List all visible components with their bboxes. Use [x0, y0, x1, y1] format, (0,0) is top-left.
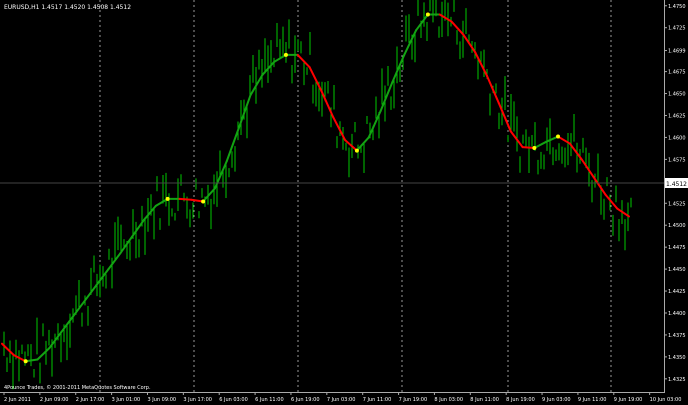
ma-turn-point: [532, 145, 537, 150]
chart-window[interactable]: 1.4750 1.4725 1.4699 1.4675 1.4650 1.4625 1.46…: [0, 0, 688, 405]
y-tick-label: 1.4325: [668, 377, 686, 383]
x-tick-label: 3 Jun 17:00: [183, 397, 212, 403]
current-price-label: 1.4512: [666, 181, 687, 188]
x-tick-label: 2 Jun 2011: [4, 397, 31, 403]
y-tick-label: 1.4675: [668, 70, 686, 76]
x-tick-label: 3 Jun 09:00: [147, 397, 176, 403]
y-tick-label: 1.4600: [668, 135, 686, 141]
copyright-label: 4Pounce Trades, © 2001-2011 MetaQuotes S…: [4, 384, 151, 391]
y-tick-label: 1.4650: [668, 92, 686, 98]
y-tick-label: 1.4725: [668, 26, 686, 32]
x-tick-label: 7 Jun 11:00: [363, 397, 392, 403]
y-tick-label: 1.4450: [668, 267, 686, 273]
y-tick-label: 1.4525: [668, 201, 686, 207]
x-tick-label: 7 Jun 03:00: [327, 397, 356, 403]
ma-turn-point: [201, 199, 206, 204]
y-tick-label: 1.4575: [668, 157, 686, 163]
ma-turn-point: [283, 52, 288, 57]
y-tick-label: 1.4425: [668, 289, 686, 295]
ma-turn-point: [165, 196, 170, 201]
ma-segment: [178, 197, 193, 201]
x-tick-label: 6 Jun 11:00: [255, 397, 284, 403]
x-tick-label: 7 Jun 19:00: [399, 397, 428, 403]
y-tick-label: 1.4625: [668, 113, 686, 119]
price-chart[interactable]: 1.4750 1.4725 1.4699 1.4675 1.4650 1.4625 1.46…: [0, 0, 688, 405]
x-tick-label: 8 Jun 19:00: [506, 397, 535, 403]
x-tick-label: 3 Jun 01:00: [112, 397, 141, 403]
y-tick-label: 1.4500: [668, 223, 686, 229]
x-tick-label: 9 Jun 19:00: [614, 397, 643, 403]
x-tick-label: 9 Jun 03:00: [542, 397, 571, 403]
x-tick-label: 8 Jun 03:00: [434, 397, 463, 403]
ma-turn-point: [556, 134, 561, 139]
x-tick-label: 2 Jun 17:00: [76, 397, 105, 403]
y-tick-label: 1.4475: [668, 245, 686, 251]
y-tick-label: 1.4400: [668, 311, 686, 317]
y-tick-label: 1.4375: [668, 333, 686, 339]
ma-turn-point: [23, 359, 28, 364]
y-tick-label: 1.4750: [668, 4, 686, 10]
symbol-label: EURUSD,H1 1.4517 1.4520 1.4508 1.4512: [4, 4, 131, 11]
x-tick-label: 6 Jun 19:00: [291, 397, 320, 403]
ma-turn-point: [354, 148, 359, 153]
ma-turn-point: [425, 12, 430, 17]
x-tick-label: 2 Jun 09:00: [40, 397, 69, 403]
x-tick-label: 8 Jun 11:00: [470, 397, 499, 403]
x-tick-label: 10 Jun 03:00: [650, 397, 682, 403]
y-tick-label: 1.4350: [668, 355, 686, 361]
y-tick-label: 1.4699: [668, 49, 686, 55]
x-tick-label: 9 Jun 11:00: [578, 397, 607, 403]
x-tick-label: 6 Jun 03:00: [219, 397, 248, 403]
